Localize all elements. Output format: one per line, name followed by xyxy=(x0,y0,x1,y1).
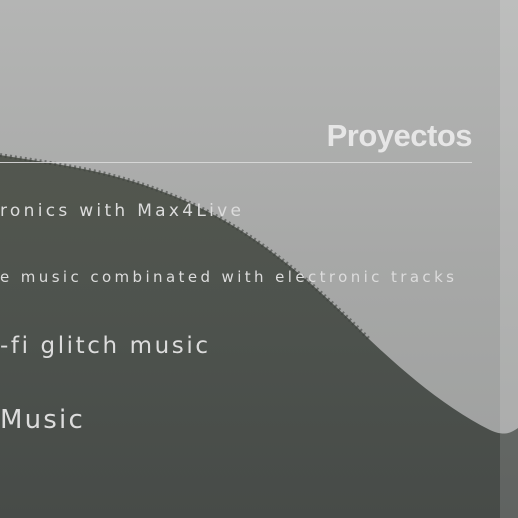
title-divider xyxy=(0,162,472,163)
project-link-electronic-tracks[interactable]: e music combinated with electronic track… xyxy=(0,268,457,286)
project-link-max4live[interactable]: ronics with Max4Live xyxy=(0,201,244,221)
project-link-music[interactable]: Music xyxy=(0,405,85,435)
project-link-glitch-music[interactable]: -fi glitch music xyxy=(0,333,211,359)
section-title: Proyectos xyxy=(326,118,473,153)
background-mountain-image xyxy=(0,0,518,518)
